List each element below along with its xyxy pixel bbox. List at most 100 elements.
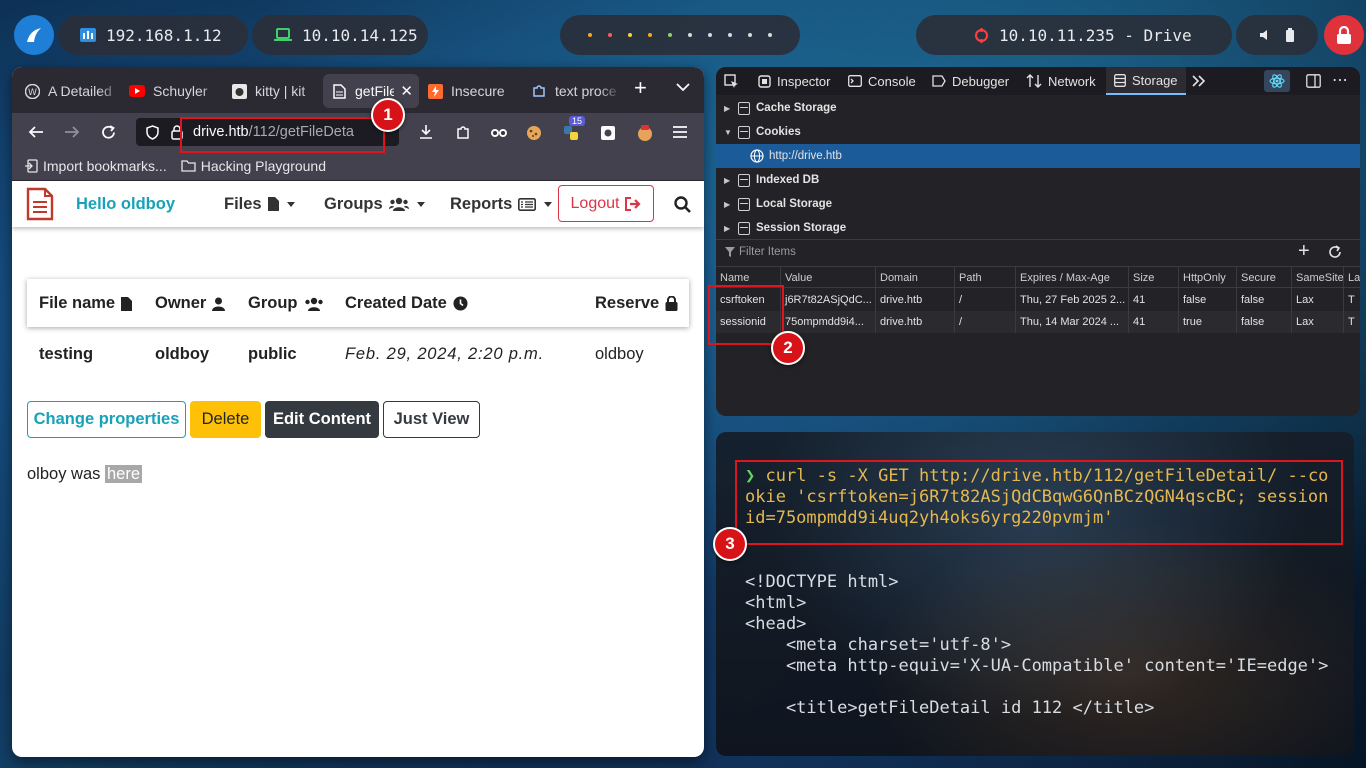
inspector-icon — [758, 74, 771, 88]
file-logo-icon[interactable] — [26, 187, 54, 221]
target-widget[interactable]: 10.10.11.235 - Drive — [916, 15, 1232, 55]
workspace-dot[interactable] — [728, 33, 732, 37]
overflow-menu-icon[interactable]: ⋯ — [1332, 70, 1348, 90]
cookie-row[interactable]: csrftoken j6R7t82ASjQdC... drive.htb / Thu, … — [716, 289, 1360, 311]
back-button[interactable] — [18, 125, 54, 139]
workspace-dot[interactable] — [588, 33, 592, 37]
tab-insecure[interactable]: Insecure — [419, 74, 523, 108]
glasses-extension-icon[interactable] — [490, 125, 508, 144]
workspace-dot[interactable] — [668, 33, 672, 37]
logout-button[interactable]: Logout — [558, 185, 654, 222]
column-header[interactable]: Path — [954, 267, 1015, 289]
extensions-icon[interactable] — [455, 124, 471, 145]
bookmark-import[interactable]: Import bookmarks... — [24, 158, 167, 174]
add-item-icon[interactable]: + — [1298, 240, 1310, 262]
devtools-panel: Inspector Console Debugger Network Stora… — [716, 67, 1360, 416]
volume-icon[interactable] — [1259, 29, 1271, 41]
tree-item[interactable]: ▶ Indexed DB — [716, 168, 1360, 192]
shield-icon[interactable] — [146, 124, 159, 140]
more-tabs-chevron-icon[interactable] — [1192, 75, 1206, 87]
workspace-dot[interactable] — [708, 33, 712, 37]
dock-icon[interactable] — [1306, 74, 1321, 88]
column-header[interactable]: HttpOnly — [1178, 267, 1236, 289]
storage-icon — [1114, 73, 1126, 87]
tree-item-label: http://drive.htb — [769, 150, 842, 162]
column-header[interactable]: SameSite — [1291, 267, 1343, 289]
lock-icon — [665, 296, 678, 311]
delete-button[interactable]: Delete — [190, 401, 261, 438]
tab-inspector[interactable]: Inspector — [758, 67, 830, 95]
caret-right-icon[interactable]: ▶ — [724, 200, 732, 209]
bookmark-hacking-playground[interactable]: Hacking Playground — [181, 158, 326, 174]
vpn-ip-widget[interactable]: 10.10.14.125 — [252, 15, 428, 55]
workspace-dot[interactable] — [748, 33, 752, 37]
edit-content-button[interactable]: Edit Content — [265, 401, 379, 438]
tab-console[interactable]: Console — [848, 67, 916, 95]
menu-files[interactable]: Files — [224, 195, 295, 214]
terminal-output-line: <!DOCTYPE html> — [745, 572, 899, 592]
caret-right-icon[interactable]: ▶ — [724, 104, 732, 113]
tab-storage[interactable]: Storage — [1106, 67, 1186, 95]
tab-text-processing[interactable]: text proce — [523, 74, 621, 108]
tab-getfile[interactable]: getFile ✕ — [323, 74, 419, 108]
column-header[interactable]: Domain — [875, 267, 954, 289]
container-extension-icon[interactable] — [600, 125, 616, 146]
caret-right-icon[interactable]: ▶ — [724, 176, 732, 185]
element-picker-icon[interactable] — [724, 74, 739, 89]
workspace-dot[interactable] — [628, 33, 632, 37]
menu-hamburger-icon[interactable] — [672, 125, 688, 144]
tab-schuyler[interactable]: Schuyler — [121, 74, 223, 108]
workspace-dot[interactable] — [768, 33, 772, 37]
tab-kitty[interactable]: kitty | kit — [223, 74, 323, 108]
profile-extension-icon[interactable] — [636, 124, 654, 147]
column-header[interactable]: Value — [780, 267, 875, 289]
system-tray[interactable] — [1236, 15, 1318, 55]
tree-item[interactable]: ▶ Session Storage — [716, 216, 1360, 240]
app-launcher-button[interactable] — [14, 15, 54, 55]
vpn-ip-label: 10.10.14.125 — [302, 25, 418, 45]
filter-input[interactable]: Filter Items — [739, 246, 796, 258]
tree-item[interactable]: ▶ Cache Storage — [716, 96, 1360, 120]
lock-screen-button[interactable] — [1324, 15, 1364, 55]
workspace-dot[interactable] — [648, 33, 652, 37]
forward-button[interactable] — [54, 125, 90, 139]
menu-groups[interactable]: Groups — [324, 195, 425, 214]
tab-debugger[interactable]: Debugger — [932, 67, 1009, 95]
close-tab-icon[interactable]: ✕ — [400, 82, 413, 100]
battery-icon[interactable] — [1285, 28, 1295, 42]
here-link[interactable]: here — [104, 465, 142, 483]
brand-greeting[interactable]: Hello oldboy — [76, 195, 175, 214]
tab-network[interactable]: Network — [1026, 67, 1096, 95]
tree-item[interactable]: ▼ Cookies — [716, 120, 1360, 144]
menu-reports[interactable]: Reports — [450, 195, 553, 214]
users-icon — [304, 297, 323, 311]
workspace-switcher[interactable] — [560, 15, 800, 55]
refresh-icon[interactable] — [1328, 245, 1342, 259]
workspace-dot[interactable] — [688, 33, 692, 37]
react-devtools-icon[interactable] — [1264, 70, 1290, 92]
just-view-button[interactable]: Just View — [383, 401, 480, 438]
change-properties-button[interactable]: Change properties — [27, 401, 186, 438]
download-icon[interactable] — [418, 124, 434, 145]
new-tab-button[interactable]: + — [634, 77, 647, 99]
cookie-cell-httponly: false — [1178, 289, 1236, 311]
list-alt-icon — [518, 197, 537, 211]
column-header[interactable]: Secure — [1236, 267, 1291, 289]
caret-right-icon[interactable]: ▶ — [724, 224, 732, 233]
tab-list-chevron-icon[interactable] — [676, 79, 690, 97]
tab-a-detailed[interactable]: W A Detailed — [16, 74, 121, 108]
search-icon[interactable] — [674, 196, 691, 213]
column-header[interactable]: Expires / Max-Age — [1015, 267, 1128, 289]
caret-down-icon[interactable]: ▼ — [724, 128, 732, 137]
column-header[interactable]: Size — [1128, 267, 1178, 289]
tree-item[interactable]: ▶ Local Storage — [716, 192, 1360, 216]
cookie-extension-icon[interactable] — [526, 125, 542, 146]
cookie-row[interactable]: sessionid 75ompmdd9i4... drive.htb / Thu, 14… — [716, 311, 1360, 333]
cookie-cell-samesite: Lax — [1291, 289, 1343, 311]
python-extension-icon[interactable]: 15 — [563, 116, 586, 146]
column-header[interactable]: La — [1343, 267, 1360, 289]
reload-button[interactable] — [90, 124, 126, 140]
local-ip-widget[interactable]: 192.168.1.12 — [58, 15, 248, 55]
tree-item[interactable]: http://drive.htb — [716, 144, 1360, 168]
workspace-dot[interactable] — [608, 33, 612, 37]
